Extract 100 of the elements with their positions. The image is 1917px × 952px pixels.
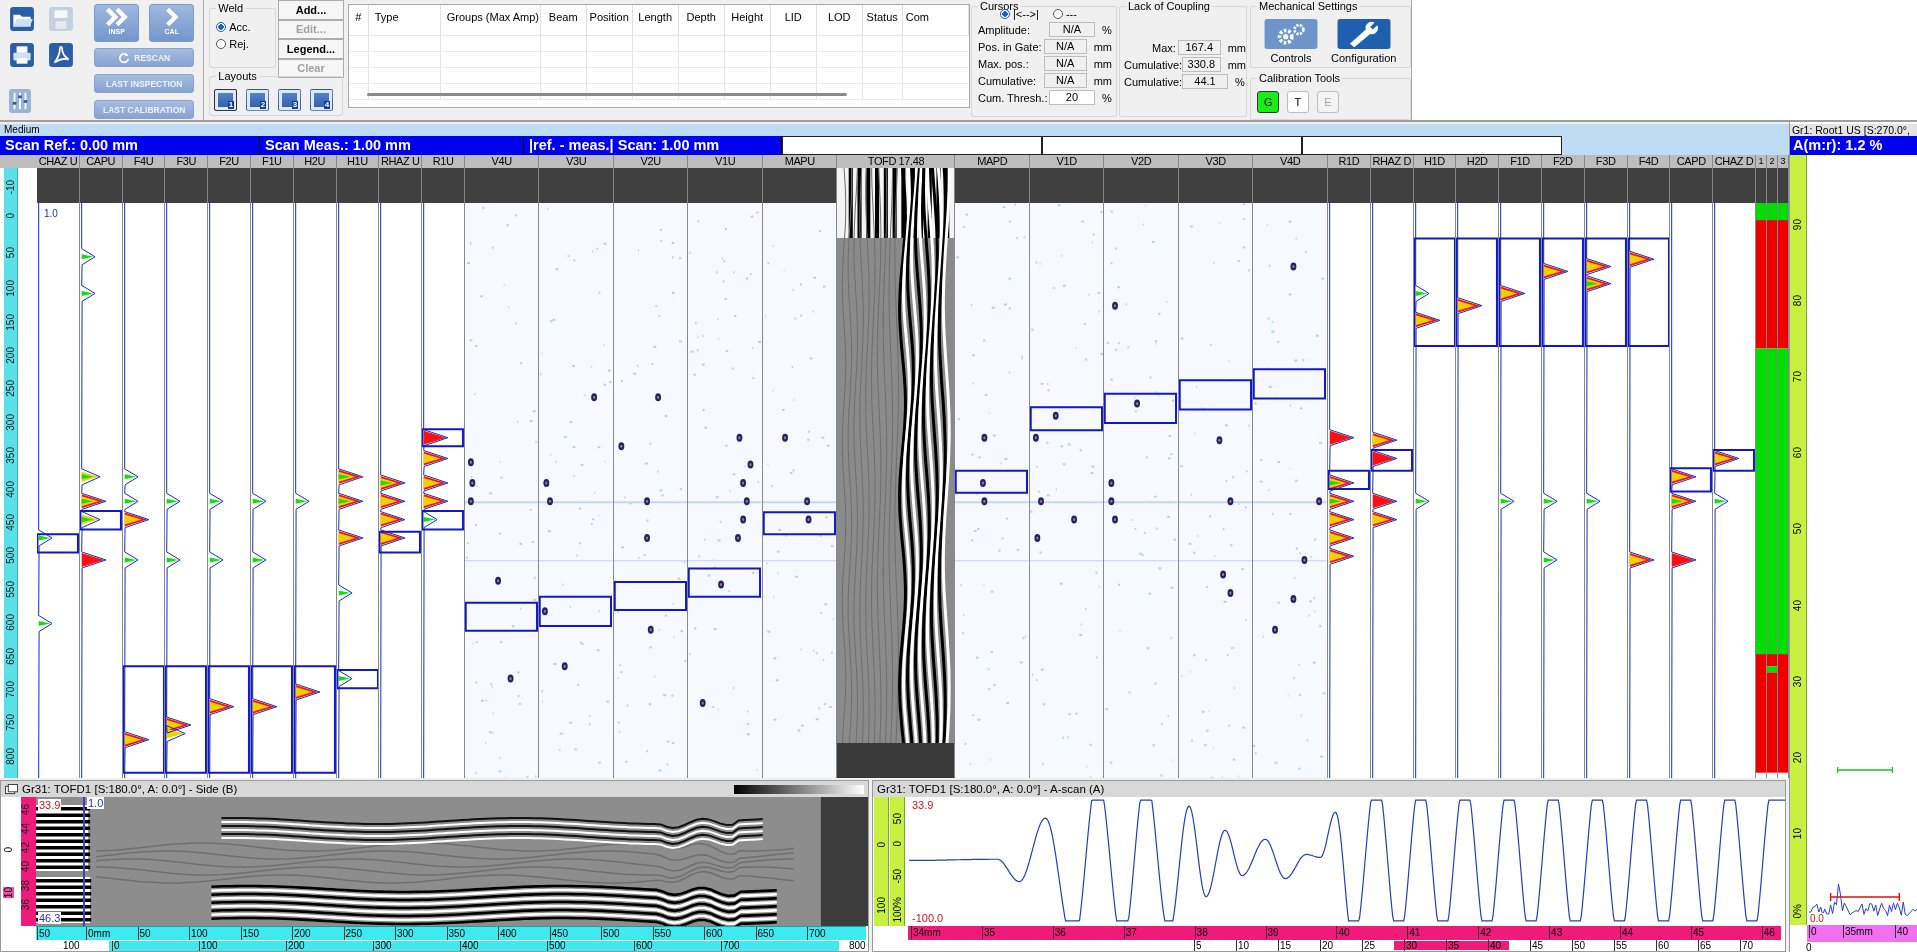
ruler-label: 20 — [1320, 940, 1334, 951]
ruler-label: 300 — [5, 413, 16, 431]
radio-option[interactable]: Rej. — [216, 38, 276, 50]
ruler-label: 0% — [1791, 903, 1803, 919]
column-header: Length — [632, 5, 679, 36]
group-title: Mechanical Settings — [1257, 0, 1360, 12]
readout-field: N/A — [1049, 22, 1095, 37]
ruler-label: 40 — [1336, 926, 1350, 939]
ruler-label: 50 — [37, 927, 51, 940]
field-label: Max. pos.: — [978, 57, 1030, 70]
calibration-button[interactable]: G — [1257, 91, 1279, 113]
scan-field: |ref. - meas.| Scan: 1.00 mm — [524, 136, 782, 155]
ruler-label: 44 — [20, 823, 31, 835]
scan-field: Scan Ref.: 0.00 mm — [0, 136, 260, 155]
ruler-label: 25 — [1362, 940, 1376, 951]
ruler-label: 0mm — [86, 927, 111, 940]
group-title: Lack of Coupling — [1126, 0, 1212, 12]
printer-icon[interactable] — [9, 42, 35, 68]
ruler-label: 100% — [892, 897, 903, 923]
calibration-button[interactable]: T — [1287, 91, 1309, 113]
channel-label: CAPD — [1670, 155, 1713, 168]
ruler-label: 46 — [20, 804, 31, 816]
ruler-label: 600 — [5, 614, 16, 631]
ruler-label: 90 — [1791, 219, 1803, 231]
ruler-label: 500 — [601, 927, 620, 940]
channel-label: TOFD 17.48 — [837, 155, 955, 168]
ruler-label: 50 — [1572, 940, 1586, 951]
ruler-label: 100 — [5, 280, 16, 297]
ruler-label: 35mm — [1842, 925, 1873, 938]
unit-label: mm — [1227, 58, 1246, 71]
scrollbar[interactable] — [366, 93, 847, 96]
ruler-label: 10 — [1791, 827, 1803, 839]
threshold-field[interactable]: 20 — [1049, 90, 1095, 105]
layout-button[interactable]: 3 — [278, 89, 302, 111]
ruler-label: 42 — [20, 842, 31, 854]
unit-label: mm — [1093, 74, 1112, 87]
marker-line — [1836, 767, 1893, 773]
ruler-label: 100 — [876, 897, 887, 914]
ruler-label: 0 — [892, 841, 903, 847]
layout-button[interactable]: 2 — [246, 89, 270, 111]
wrench-icon — [1335, 19, 1392, 49]
settings-button[interactable]: Configuration — [1331, 19, 1397, 64]
sliders-icon[interactable] — [9, 88, 31, 114]
ruler-label: 550 — [5, 580, 16, 598]
group-title: Layouts — [216, 70, 259, 82]
column-header: # — [348, 5, 369, 36]
ruler-label: 50 — [137, 927, 151, 940]
ruler-label: 10 — [1236, 940, 1250, 951]
column-header: Status — [862, 5, 903, 36]
gears-icon — [1263, 19, 1319, 49]
ruler-label: 300 — [373, 941, 392, 951]
unit-label: % — [1102, 23, 1112, 36]
radio-option[interactable]: --- — [1052, 8, 1077, 20]
field-label: Cum. Thresh.: — [978, 91, 1049, 104]
scan-field: Scan Meas.: 1.00 mm — [260, 136, 524, 155]
folder-icon[interactable] — [9, 6, 35, 32]
unit-label: mm — [1093, 57, 1112, 70]
unit-label: % — [1102, 91, 1112, 104]
ruler-label: 5 — [1194, 940, 1202, 951]
field-label: Cumulative: — [978, 74, 1038, 87]
ruler-label: 20 — [1791, 751, 1803, 763]
readout-field: 330.8 — [1182, 57, 1221, 72]
channel-label: 3 — [1777, 155, 1788, 168]
column-header: Com — [902, 5, 969, 36]
indication-button[interactable]: Add... — [278, 0, 344, 20]
ruler-label: 150 — [5, 313, 16, 331]
pdf-icon[interactable] — [48, 42, 74, 68]
ruler-label: 500 — [5, 547, 16, 565]
indication-button[interactable]: Legend... — [278, 39, 344, 59]
unit-label: % — [1235, 75, 1245, 88]
radio-option[interactable]: Acc. — [216, 21, 276, 33]
field-label: Max: — [1151, 41, 1177, 54]
ruler-label: 37 — [1123, 926, 1137, 939]
readout-field: N/A — [1043, 39, 1087, 54]
ruler-label: 43 — [1549, 926, 1563, 939]
ruler-label: 200 — [292, 927, 311, 940]
channel-label: F1U — [251, 155, 293, 168]
scale-label: 1.0 — [44, 208, 58, 219]
layout-button[interactable]: 4 — [310, 89, 334, 111]
chevron-icon — [103, 7, 130, 27]
ruler-label: 46 — [1761, 926, 1775, 939]
settings-button[interactable]: Controls — [1263, 19, 1319, 64]
field-label: Amplitude: — [978, 23, 1031, 36]
window-icon — [5, 783, 18, 795]
ruler-label: 39 — [1265, 926, 1279, 939]
ruler-label: 50 — [892, 813, 903, 825]
ruler-label: 600 — [704, 927, 723, 940]
layout-button[interactable]: 1 — [214, 89, 238, 111]
column-header: LID — [770, 5, 817, 36]
ruler-label: 35 — [1446, 940, 1460, 951]
ruler-label: 38 — [20, 880, 31, 892]
field-label: Cumulative: — [1124, 58, 1182, 71]
ruler-label: 70 — [1791, 371, 1803, 383]
ruler-label: 0 — [876, 842, 887, 848]
unit-label: mm — [1093, 40, 1112, 53]
channel-label: H1D — [1413, 155, 1456, 168]
channel-label: MAPU — [762, 155, 837, 168]
ruler-label: 550 — [652, 927, 672, 940]
field-label: Cumulative: — [1124, 75, 1182, 88]
ruler-label: 36 — [20, 899, 31, 911]
